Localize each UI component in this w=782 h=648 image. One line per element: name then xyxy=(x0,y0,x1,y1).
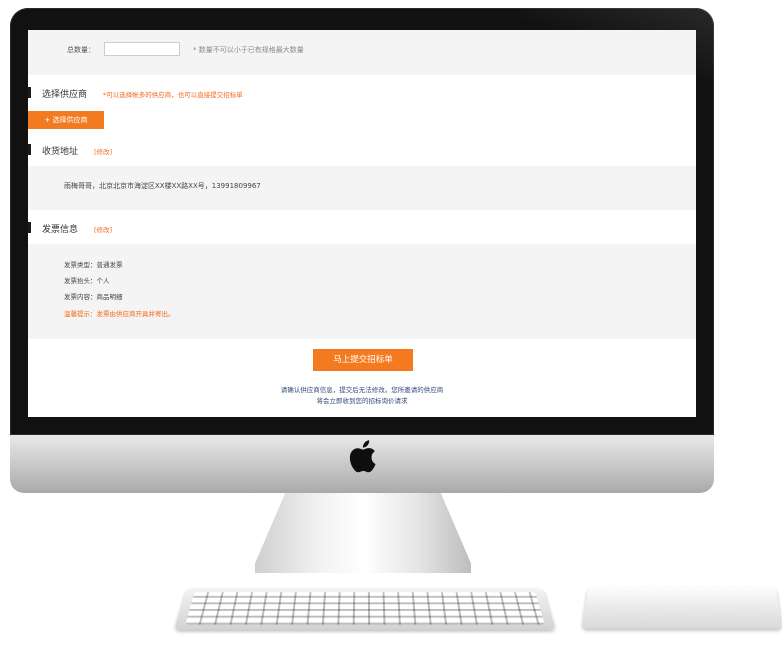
quantity-input[interactable] xyxy=(104,42,180,56)
confirm-note-line1: 请确认供应商信息，提交后无法修改。您所邀请的供应商 xyxy=(280,386,444,394)
shipping-address: 雨梅哥哥，北京北京市海淀区XX楼XX路XX号，13991809967 xyxy=(64,182,261,190)
apple-logo-icon xyxy=(349,440,376,473)
keyboard-keys xyxy=(185,592,545,625)
invoice-panel: 发票类型：普通发票 发票抬头：个人 发票内容：商品明细 温馨提示：发票由供应商开… xyxy=(28,244,696,339)
trackpad xyxy=(581,586,782,629)
screen: 总数量： * 数量不可以小于已有规格最大数量 选择供应商 *可以选择帐多的供应商… xyxy=(28,30,696,417)
invoice-header: 发票抬头：个人 xyxy=(64,277,110,285)
invoice-type: 发票类型：普通发票 xyxy=(64,261,123,269)
confirm-note-line2: 将会立即收到您的招标询价请求 xyxy=(316,397,408,405)
monitor-stand xyxy=(255,493,471,573)
supplier-section-title: 选择供应商 xyxy=(42,90,88,100)
invoice-section-marker xyxy=(28,222,31,233)
supplier-note: *可以选择帐多的供应商，也可以直接提交招标单 xyxy=(103,91,243,99)
quantity-row: 总数量： * 数量不可以小于已有规格最大数量 xyxy=(28,30,696,75)
shipping-section-marker xyxy=(28,144,31,155)
keyboard xyxy=(174,587,556,630)
submit-tender-button[interactable]: 马上提交招标单 xyxy=(313,349,413,371)
shipping-edit-link[interactable]: [修改] xyxy=(94,146,112,156)
select-supplier-button[interactable]: + 选择供应商 xyxy=(28,111,104,129)
invoice-section-title: 发票信息 xyxy=(42,225,79,235)
shipping-section-title: 收货地址 xyxy=(42,147,79,157)
invoice-edit-link[interactable]: [修改] xyxy=(94,224,112,234)
supplier-section-marker xyxy=(28,87,31,98)
address-panel: 雨梅哥哥，北京北京市海淀区XX楼XX路XX号，13991809967 xyxy=(28,166,696,210)
quantity-label: 总数量： xyxy=(67,46,95,54)
invoice-tip: 温馨提示：发票由供应商开具并寄出。 xyxy=(64,310,175,318)
quantity-hint: * 数量不可以小于已有规格最大数量 xyxy=(193,46,304,54)
invoice-content: 发票内容：商品明细 xyxy=(64,293,123,301)
